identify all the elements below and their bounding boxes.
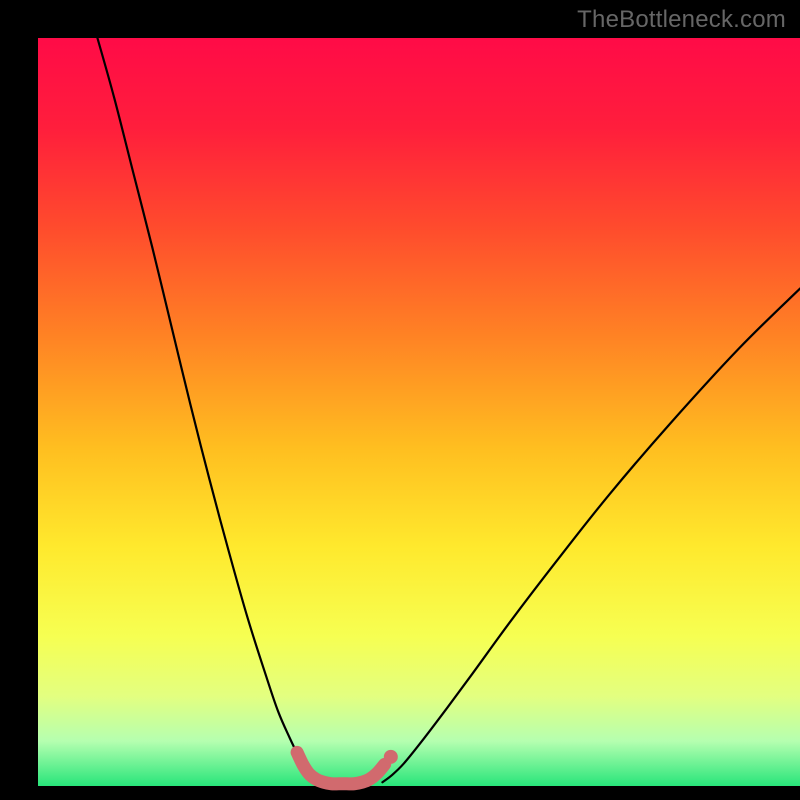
chart-container: { "watermark": "TheBottleneck.com", "cha…	[0, 0, 800, 800]
highlight-dot	[384, 750, 398, 764]
bottleneck-chart	[0, 0, 800, 800]
watermark-text: TheBottleneck.com	[577, 6, 786, 34]
plot-background	[38, 38, 800, 786]
